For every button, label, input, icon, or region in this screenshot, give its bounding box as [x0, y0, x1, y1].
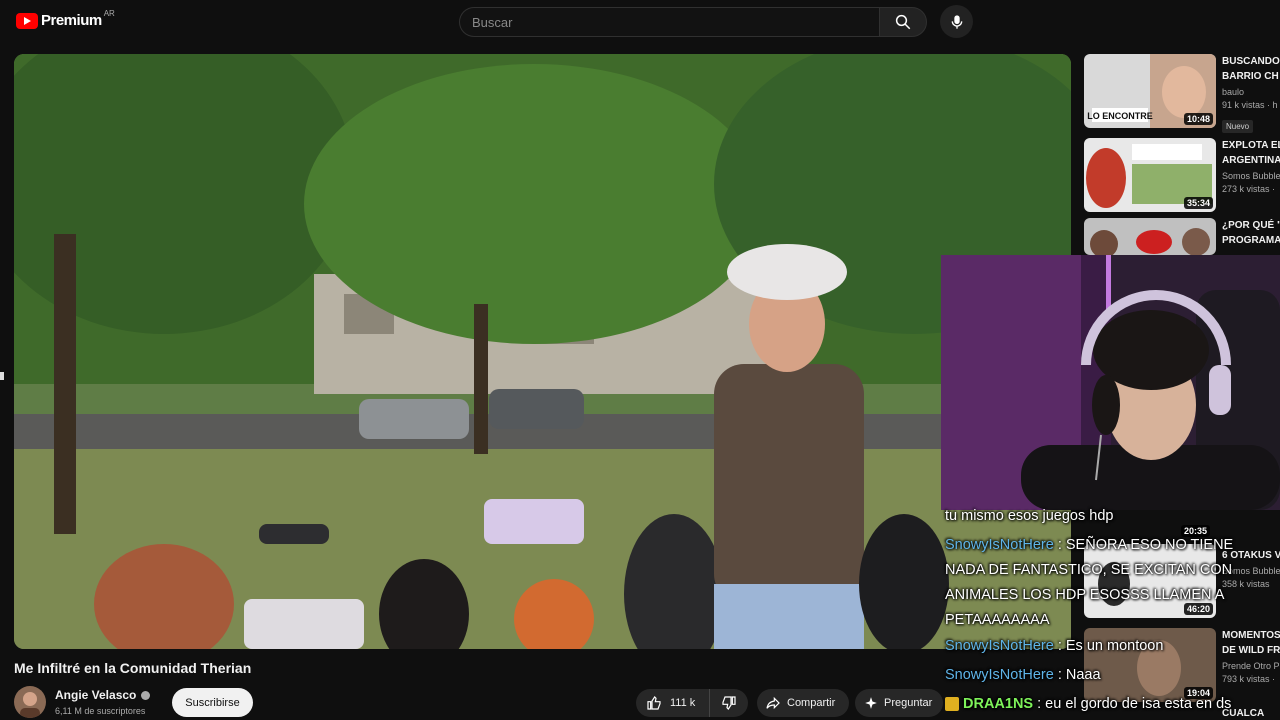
recommendation-thumbnail[interactable]: LO ENCONTRE 10:48	[1084, 54, 1216, 128]
search-input[interactable]	[459, 7, 879, 37]
channel-name[interactable]: Angie Velasco	[55, 688, 151, 702]
chat-message-text: : eu el gordo de isa esta en ds	[1033, 696, 1232, 712]
recommendation-thumbnail[interactable]: 35:34	[1084, 138, 1216, 212]
chat-message: SnowyIsNotHere : Naaa	[945, 663, 1275, 688]
recommendation-item[interactable]: ¿POR QUÉ " PROGRAMA	[1084, 218, 1280, 258]
recommendation-info: EXPLOTA EL ARGENTINA Somos Bubble 273 k …	[1222, 138, 1280, 194]
recommendation-title[interactable]: ¿POR QUÉ "	[1222, 218, 1280, 233]
chat-message-text: : Es un montoon	[1053, 638, 1164, 654]
ask-button[interactable]: Preguntar	[855, 689, 943, 717]
thumbs-up-icon	[647, 696, 661, 710]
recommendation-channel[interactable]: Somos Bubble	[1222, 171, 1280, 181]
chat-message: SnowyIsNotHere : SEÑORA ESO NO TIENE NAD…	[945, 533, 1275, 633]
chat-username: SnowyIsNotHere	[945, 638, 1054, 654]
recommendation-title-line2[interactable]: BARRIO CH	[1222, 69, 1280, 84]
search-bar	[459, 7, 927, 37]
verified-icon	[141, 690, 151, 700]
subscriber-count: 6,11 M de suscriptores	[55, 706, 146, 716]
recommendation-info: ¿POR QUÉ " PROGRAMA	[1222, 218, 1280, 248]
video-player[interactable]	[14, 54, 1071, 649]
search-icon	[895, 14, 911, 30]
chat-username: DRAA1NS	[963, 696, 1034, 712]
recommendation-thumbnail[interactable]	[1084, 218, 1216, 255]
youtube-premium-logo[interactable]: Premium AR	[16, 9, 115, 29]
streamer-facecam	[941, 255, 1280, 510]
recommendation-views: 273 k vistas ·	[1222, 184, 1276, 194]
recommendation-title-line2[interactable]: ARGENTINA	[1222, 153, 1280, 168]
like-dislike-group: 111 k	[636, 689, 748, 717]
video-frame	[14, 54, 1071, 649]
channel-name-text[interactable]: Angie Velasco	[55, 688, 136, 702]
search-button[interactable]	[879, 7, 927, 37]
share-icon	[766, 696, 780, 710]
recommendation-info: BUSCANDO BARRIO CH baulo 91 k vistas · h	[1222, 54, 1280, 110]
share-button[interactable]: Compartir	[757, 689, 849, 717]
like-button[interactable]: 111 k	[636, 689, 710, 717]
stream-chat-overlay: 20:35 tu mismo esos juegos hdp SnowyIsNo…	[941, 506, 1280, 720]
recommendation-views: 91 k vistas · h	[1222, 100, 1278, 110]
video-duration: 35:34	[1183, 197, 1213, 209]
chat-message-text: tu mismo esos juegos hdp	[945, 508, 1114, 524]
thumbnail-text: LO ENCONTRE	[1087, 111, 1153, 121]
recommendation-title[interactable]: BUSCANDO	[1222, 54, 1280, 69]
chat-message: DRAA1NS : eu el gordo de isa esta en ds	[945, 692, 1275, 717]
channel-avatar[interactable]	[14, 686, 46, 718]
dislike-button[interactable]	[710, 689, 748, 717]
like-count: 111 k	[670, 697, 696, 709]
chat-message: SnowyIsNotHere : Es un montoon	[945, 634, 1275, 659]
youtube-play-icon	[16, 12, 38, 29]
new-badge: Nuevo	[1222, 120, 1254, 133]
logo-country-code: AR	[103, 9, 115, 18]
logo-text: Premium	[41, 12, 102, 29]
top-bar: Premium AR	[0, 0, 1280, 44]
video-duration: 10:48	[1183, 113, 1213, 125]
share-label: Compartir	[787, 697, 836, 709]
video-title: Me Infiltré en la Comunidad Therian	[14, 660, 252, 676]
chat-username: SnowyIsNotHere	[945, 667, 1054, 683]
chat-badge-icon	[945, 697, 959, 712]
subscribe-button[interactable]: Suscribirse	[172, 688, 253, 717]
recommendation-channel[interactable]: baulo	[1222, 87, 1280, 97]
recommendation-title[interactable]: EXPLOTA EL	[1222, 138, 1280, 153]
voice-search-button[interactable]	[940, 5, 973, 38]
recommendation-item[interactable]: 35:34 EXPLOTA EL ARGENTINA Somos Bubble …	[1084, 138, 1280, 218]
recommendation-title-line2[interactable]: PROGRAMA	[1222, 233, 1280, 248]
ask-label: Preguntar	[884, 697, 933, 709]
chat-message-text: : Naaa	[1053, 667, 1101, 683]
chat-username: SnowyIsNotHere	[945, 537, 1054, 553]
sparkle-icon	[865, 697, 877, 709]
thumbs-down-icon	[722, 696, 736, 710]
chat-message: tu mismo esos juegos hdp	[945, 504, 1275, 529]
microphone-icon	[951, 14, 962, 29]
mouse-cursor	[0, 372, 4, 380]
